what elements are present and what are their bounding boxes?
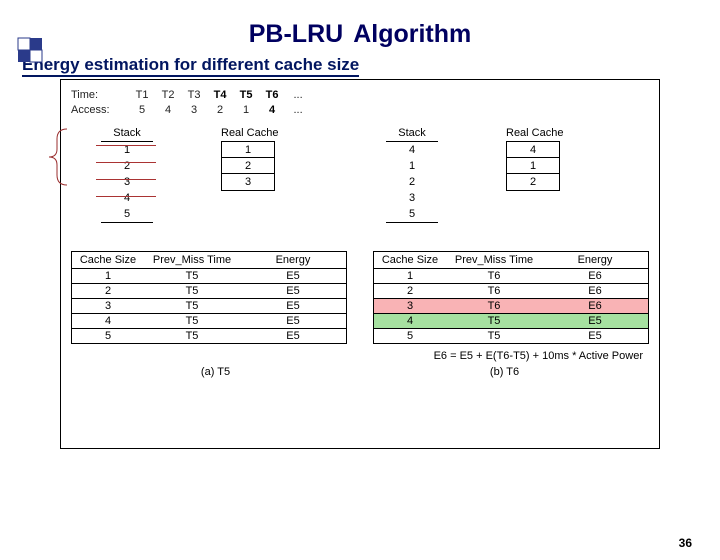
slide-subtitle: Energy estimation for different cache si… [22,55,720,75]
panel-labels: (a) T5 (b) T6 [71,366,649,378]
corner-decoration [10,30,50,70]
time-access-header: Time: T1T2T3T4T5T6... Access: 543214... [71,88,649,119]
panel-label-b: (b) T6 [490,366,519,378]
energy-tables: Cache SizePrev_Miss TimeEnergy 1T5E52T5E… [71,251,649,344]
title-word-1: PB-LRU [249,20,343,48]
cache-columns: Stack 12345 Real Cache 123 Stack 41235 R… [71,127,649,247]
access-row: Access: 543214... [71,103,649,118]
energy-table-right: Cache SizePrev_Miss TimeEnergy 1T6E62T6E… [373,251,649,344]
diagram-frame: Time: T1T2T3T4T5T6... Access: 543214... … [60,79,660,449]
left-stack: 12345 [101,141,153,223]
panel-label-a: (a) T5 [201,366,230,378]
right-real-cache: 412 [506,141,560,191]
stack-header-left: Stack [101,127,153,139]
title-word-2: Algorithm [353,20,471,48]
real-header-left: Real Cache [221,127,278,139]
page-number: 36 [679,536,692,550]
brace-annotation [47,127,69,177]
right-stack: 41235 [386,141,438,223]
left-real-cache: 123 [221,141,275,191]
energy-table-left: Cache SizePrev_Miss TimeEnergy 1T5E52T5E… [71,251,347,344]
slide-title: PB-LRU Algorithm [0,20,720,49]
real-header-right: Real Cache [506,127,563,139]
energy-formula: E6 = E5 + E(T6-T5) + 10ms * Active Power [71,350,643,362]
stack-header-right: Stack [386,127,438,139]
time-row: Time: T1T2T3T4T5T6... [71,88,649,103]
